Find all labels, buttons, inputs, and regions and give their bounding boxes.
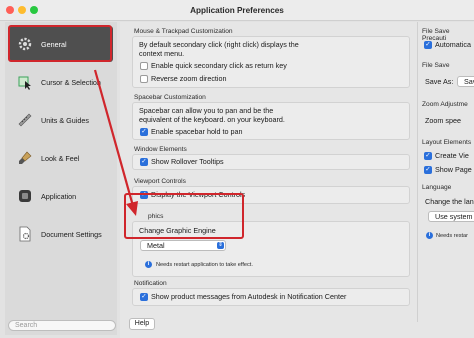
annotation-arrow [93, 69, 138, 216]
